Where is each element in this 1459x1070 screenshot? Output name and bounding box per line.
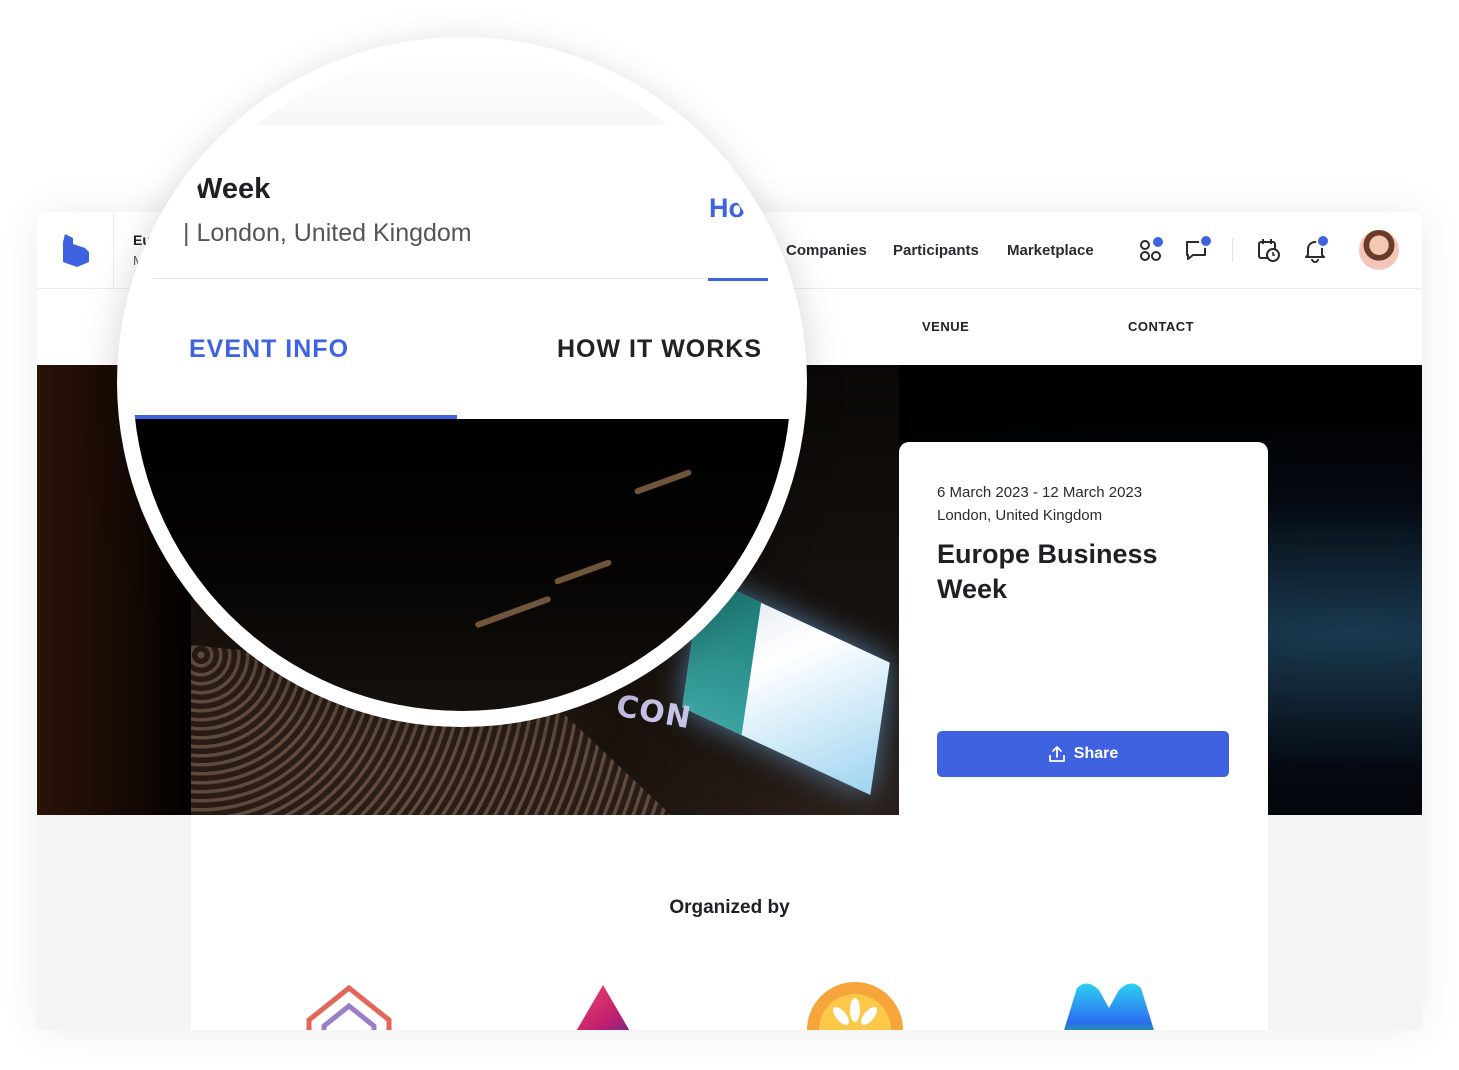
organizer-logo-3[interactable] [805,980,905,1030]
organizer-logo-2[interactable] [553,980,653,1030]
apps-button[interactable] [1137,235,1165,264]
nav-participants[interactable]: Participants [893,242,979,259]
user-avatar[interactable] [1359,230,1399,270]
magnified-event-location: | London, United Kingdom [183,219,472,247]
magnifier-callout: Week | London, United Kingdom Ho EVENT I… [117,37,807,727]
chat-notification-dot [1199,234,1213,248]
ceiling-light [633,468,693,496]
tab-contact[interactable]: CONTACT [1128,319,1194,334]
magnified-nav-fragment: Ho [709,193,745,223]
magnified-event-title: Week [195,173,271,205]
magnified-divider [153,278,708,279]
ceiling-light [553,558,613,586]
magnified-nav-underline [708,278,768,281]
tab-how-it-works[interactable]: HOW IT WORKS [557,335,762,364]
tab-venue[interactable]: VENUE [922,319,969,334]
event-location: London, United Kingdom [937,507,1103,524]
header-divider [113,212,114,288]
nav-companies[interactable]: Companies [786,242,867,259]
nav-marketplace[interactable]: Marketplace [1007,242,1094,259]
share-button[interactable]: Share [937,731,1229,777]
magnifier-top [133,53,791,125]
app-logo-icon[interactable] [59,232,91,268]
notifications-dot [1316,234,1330,248]
upload-icon [1048,746,1065,762]
magnified-hero [133,419,791,711]
tab-event-info[interactable]: EVENT INFO [189,335,349,364]
organizers-section: Organized by [191,815,1268,1030]
notifications-button[interactable] [1301,234,1330,264]
magnifier-content: Week | London, United Kingdom Ho EVENT I… [133,53,791,711]
icon-divider [1232,238,1233,262]
calendar-clock-icon [1258,239,1280,262]
schedule-button[interactable] [1255,236,1283,264]
apps-notification-dot [1151,235,1165,249]
event-title: Europe Business Week [937,539,1158,604]
share-label: Share [1073,745,1119,762]
ceiling-light [474,595,552,629]
organizer-logo-1[interactable] [299,980,399,1030]
chat-button[interactable] [1183,234,1213,264]
organizer-logo-4[interactable] [1059,980,1159,1030]
organizers-title: Organized by [669,897,790,918]
event-date-range: 6 March 2023 - 12 March 2023 [937,484,1143,501]
